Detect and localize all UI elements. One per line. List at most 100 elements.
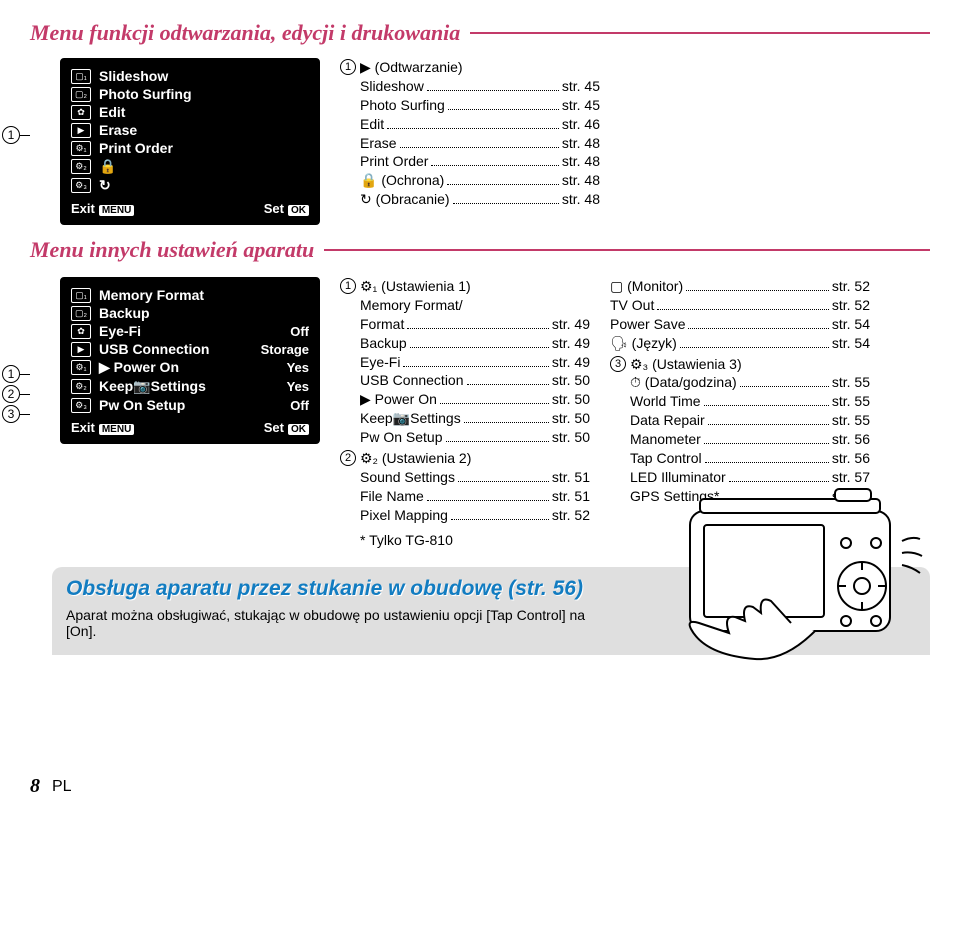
ref-marker-2: 2 [340,450,356,466]
menu-icon: ✿ [71,105,91,120]
menu-label: 🔒 [99,158,309,175]
camera-illustration [670,471,930,661]
ref-item: Erasestr. 48 [360,134,600,153]
ref-list-playback: 1 ▶ (Odtwarzanie) Slideshowstr. 45Photo … [340,58,600,225]
menu-icon: ▢₂ [71,306,91,321]
menu-value: Yes [287,360,309,375]
menu-item: ▢₁ Slideshow [71,67,309,85]
ref-marker-3: 3 [610,356,626,372]
menu-icon: ⚙₁ [71,141,91,156]
menu-value: Storage [261,342,309,357]
menu-item: ▢₂Photo Surfing [71,85,309,103]
menu-value: Off [290,398,309,413]
ref-item: Tap Controlstr. 56 [630,449,870,468]
page-footer: 8 PL [30,775,930,798]
callout-marker-3: 3 [2,405,20,423]
menu-mockup-settings: ▢₁Memory Format▢₂Backup✿Eye-FiOff▶USB Co… [60,277,320,444]
callout-line [20,394,30,395]
ref-item: 🗣 (Język)str. 54 [610,334,870,353]
ref-item: Manometerstr. 56 [630,430,870,449]
title-rule [470,32,930,34]
menu-icon: ⚙₃ [71,398,91,413]
menu-icon: ⚙₃ [71,178,91,193]
menu-item: ⚙₂ Keep📷SettingsYes [71,377,309,396]
ref-item: File Namestr. 51 [360,487,590,506]
section-title-other: Menu innych ustawień aparatu [30,237,930,263]
menu-icon: ▶ [71,342,91,357]
ref-item: Eye-Fistr. 49 [360,353,590,372]
menu-label: ↻ [99,177,309,194]
exit-label: Exit [71,201,95,216]
menu-label: Eye-Fi [99,323,290,339]
menu-label: Slideshow [99,68,309,84]
ref-item: Slideshowstr. 45 [360,77,600,96]
menu-icon: ▢₂ [71,87,91,102]
ref-head-text: ⚙₁ (Ustawienia 1) [360,277,471,296]
footnote: * Tylko TG-810 [340,531,590,550]
menu-label: ▶ Power On [99,359,287,376]
ref-marker-1: 1 [340,59,356,75]
menu-label: Edit [99,104,309,120]
menu-item: ⚙₁Print Order [71,139,309,157]
ref-item: ▢ (Monitor)str. 52 [610,277,870,296]
ref-item: 🔒 (Ochrona)str. 48 [360,171,600,190]
ref-head-text: ⚙₃ (Ustawienia 3) [630,355,742,374]
menu-item: ✿ Eye-FiOff [71,322,309,340]
menu-item: ⚙₃ ↻ [71,176,309,195]
ref-item: Data Repairstr. 55 [630,411,870,430]
ref-head-text: ▶ (Odtwarzanie) [360,58,463,77]
exit-label: Exit [71,420,95,435]
menu-icon: ⚙₂ [71,159,91,174]
callout-line [20,135,30,136]
menu-item: ✿ Edit [71,103,309,121]
ref-head-text: ⚙₂ (Ustawienia 2) [360,449,471,468]
page-lang: PL [52,778,72,796]
menu-mockup-playback: ▢₁ Slideshow▢₂Photo Surfing ✿ Edit ▶ Erase⚙₁P… [60,58,320,225]
title-text: Menu innych ustawień aparatu [30,237,314,263]
menu-icon: ▶ [71,123,91,138]
ref-item: ▶ Power Onstr. 50 [360,390,590,409]
menu-icon: ✿ [71,324,91,339]
menu-label: Keep📷Settings [99,378,287,395]
callout-line [20,374,30,375]
menu-label: USB Connection [99,341,261,357]
set-label: Set [264,201,284,216]
menu-item: ⚙₂ 🔒 [71,157,309,176]
ref-item: World Timestr. 55 [630,392,870,411]
ref-item: ↻ (Obracanie)str. 48 [360,190,600,209]
ref-item: Print Orderstr. 48 [360,152,600,171]
ref-item: Power Savestr. 54 [610,315,870,334]
ref-item: TV Outstr. 52 [610,296,870,315]
menu-icon: ⚙₁ [71,360,91,375]
ref-item: Keep📷Settingsstr. 50 [360,409,590,428]
menu-icon: ▢₁ [71,69,91,84]
menu-icon: ⚙₂ [71,379,91,394]
ref-item: Pw On Setupstr. 50 [360,428,590,447]
ref-list-col-a: 1 ⚙₁ (Ustawienia 1) Memory Format/ Forma… [340,277,590,549]
ref-item: ⏱ (Data/godzina)str. 55 [630,373,870,392]
menu-value: Off [290,324,309,339]
ref-marker-1: 1 [340,278,356,294]
ref-item: Backupstr. 49 [360,334,590,353]
menu-item: ▢₂ Backup [71,304,309,322]
menu-label: Erase [99,122,309,138]
menu-item: ▢₁Memory Format [71,286,309,304]
page-number: 8 [30,775,40,798]
ref-item: Memory Format/ [360,296,590,315]
callout-line [20,414,30,415]
tip-body: Aparat można obsługiwać, stukając w obud… [66,607,586,639]
ref-item: USB Connectionstr. 50 [360,371,590,390]
menu-item: ⚙₁ ▶ Power OnYes [71,358,309,377]
menu-label: Memory Format [99,287,309,303]
callout-marker-2: 2 [2,385,20,403]
ref-item: Photo Surfingstr. 45 [360,96,600,115]
tip-box: Obsługa aparatu przez stukanie w obudowę… [52,567,930,655]
menu-btn-icon: MENU [99,424,134,435]
ok-btn-icon: OK [288,205,309,216]
menu-item: ⚙₃Pw On SetupOff [71,396,309,414]
ok-btn-icon: OK [288,424,309,435]
menu-value: Yes [287,379,309,394]
menu-item: ▶ Erase [71,121,309,139]
menu-label: Backup [99,305,309,321]
menu-item: ▶ USB ConnectionStorage [71,340,309,358]
